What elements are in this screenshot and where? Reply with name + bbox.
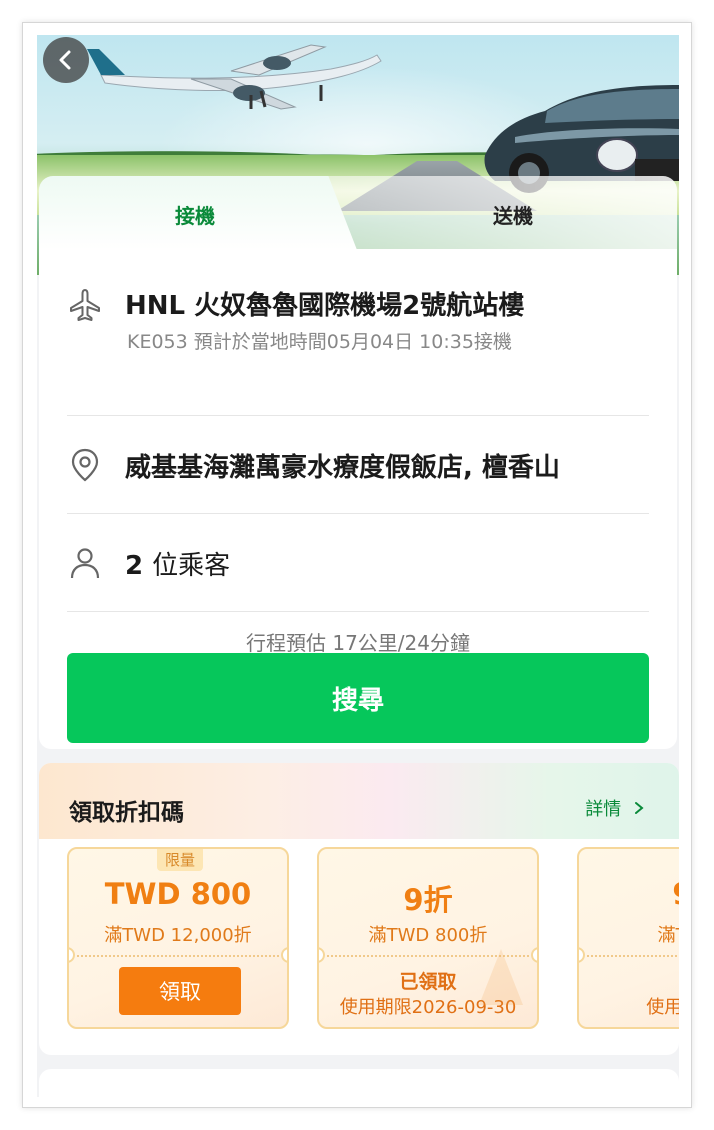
car-illustration <box>484 85 679 193</box>
divider <box>67 415 649 416</box>
coupon-card: 9折 滿TWD 800折 已領取 使用期限2026-09-30 <box>317 847 539 1029</box>
coupon-condition: 滿TWD <box>657 925 679 946</box>
airport-row[interactable]: HNL 火奴魯魯國際機場2號航站樓 KE053 預計於當地時間05月04日 10… <box>67 283 649 353</box>
back-button[interactable] <box>43 37 89 83</box>
divider <box>67 611 649 612</box>
limited-badge: 限量 <box>157 849 203 871</box>
person-icon <box>70 548 100 579</box>
passengers-row[interactable]: 2 位乘客 <box>67 531 649 591</box>
coupon-amount: 9折 <box>403 883 453 917</box>
flight-info: KE053 預計於當地時間05月04日 10:35接機 <box>127 331 512 353</box>
chevron-left-icon <box>59 50 71 70</box>
perforation <box>587 955 679 957</box>
coupon-card: 9. 滿TWD 已 使用期限2 <box>577 847 679 1029</box>
airplane-illustration <box>87 44 382 110</box>
coupon-amount: 9. <box>579 877 679 911</box>
divider <box>67 513 649 514</box>
coupon-section-title: 領取折扣碼 <box>69 800 184 826</box>
passenger-count: 2 位乘客 <box>125 545 230 582</box>
airplane-icon <box>70 289 100 321</box>
passenger-label: 位乘客 <box>152 551 231 581</box>
location-pin-icon <box>71 448 99 482</box>
next-section-card <box>39 1069 679 1097</box>
coupon-card: 限量 TWD 800 滿TWD 12,000折 領取 <box>67 847 289 1029</box>
app-screen: 接機 送機 HNL 火奴魯魯國際機場2號航站樓 KE053 預計於當地時間05月… <box>37 35 679 1097</box>
trip-card: HNL 火奴魯魯國際機場2號航站樓 KE053 預計於當地時間05月04日 10… <box>39 249 677 749</box>
tab-pickup[interactable]: 接機 <box>175 200 215 229</box>
perforation <box>77 955 279 957</box>
notch-left <box>319 947 325 963</box>
coupon-section: 領取折扣碼 詳情 限量 TWD 800 滿TWD 12,000折 領取 9折 滿… <box>39 763 679 1055</box>
search-button[interactable]: 搜尋 <box>67 653 649 743</box>
claim-coupon-button[interactable]: 領取 <box>119 967 241 1015</box>
coupon-condition: 滿TWD 800折 <box>368 925 488 946</box>
coupon-amount: TWD 800 <box>104 877 252 911</box>
notch-right <box>531 947 537 963</box>
trip-type-tabs: 接機 送機 <box>39 176 677 250</box>
coupon-expiry: 使用期限2 <box>646 997 679 1018</box>
trip-estimate: 行程預估 17公里/24分鐘 <box>246 631 470 655</box>
passenger-number: 2 <box>125 551 144 581</box>
destination-row[interactable]: 威基基海灘萬豪水療度假飯店, 檀香山 <box>67 433 649 493</box>
tree-decoration-icon <box>479 949 523 1005</box>
coupon-details-link[interactable]: 詳情 <box>585 795 645 821</box>
notch-right <box>281 947 287 963</box>
airport-name: HNL 火奴魯魯國際機場2號航站樓 <box>125 291 525 321</box>
chevron-right-icon <box>635 802 644 814</box>
device-frame: 接機 送機 HNL 火奴魯魯國際機場2號航站樓 KE053 預計於當地時間05月… <box>22 22 692 1108</box>
coupon-condition: 滿TWD 12,000折 <box>104 925 252 946</box>
destination-name: 威基基海灘萬豪水療度假飯店, 檀香山 <box>125 453 560 483</box>
notch-left <box>69 947 75 963</box>
coupon-claimed-status: 已 <box>579 967 679 994</box>
notch-left <box>579 947 585 963</box>
details-label: 詳情 <box>585 799 622 820</box>
tab-dropoff[interactable]: 送機 <box>493 200 533 229</box>
